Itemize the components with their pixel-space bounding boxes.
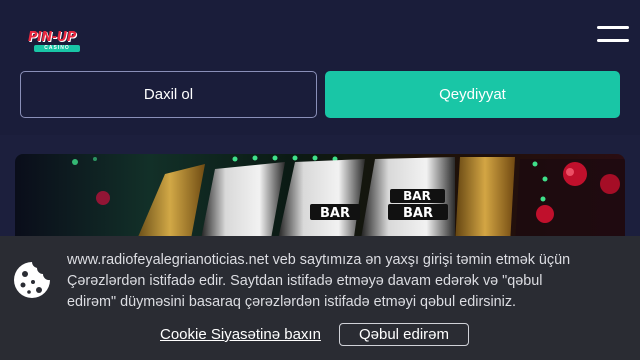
cookie-policy-link[interactable]: Cookie Siyasətinə baxın <box>160 326 321 343</box>
cookie-message: www.radiofeyalegrianoticias.net veb sayt… <box>67 250 629 313</box>
reel-bar-1: BAR <box>320 206 350 221</box>
cookie-message-line-3: edirəm" düyməsini basaraq çərəzlərdən is… <box>67 294 517 310</box>
login-button[interactable]: Daxil ol <box>20 71 317 118</box>
reel-bar-3: BAR <box>403 206 433 221</box>
register-button[interactable]: Qeydiyyat <box>325 71 620 118</box>
accept-cookies-button[interactable]: Qəbul edirəm <box>339 323 469 346</box>
cookie-icon <box>14 262 50 298</box>
cookie-message-line-2: Çərəzlərdən istifadə edir. Saytdan istif… <box>67 273 543 289</box>
pin-up-logo[interactable]: PIN-UP CASINO <box>28 30 84 54</box>
logo-text: PIN-UP <box>28 30 76 45</box>
cookie-message-line-1: www.radiofeyalegrianoticias.net veb sayt… <box>67 252 571 268</box>
logo-subtext: CASINO <box>34 45 80 52</box>
reel-bar-2: BAR <box>403 189 431 203</box>
cookie-consent-banner: www.radiofeyalegrianoticias.net veb sayt… <box>0 236 640 360</box>
promo-banner-slot-machine[interactable]: BAR BAR BAR <box>15 154 625 244</box>
slot-machine-illustration: BAR BAR BAR <box>72 155 625 244</box>
site-header: PIN-UP CASINO Daxil ol Qeydiyyat <box>0 0 640 135</box>
hamburger-menu-icon[interactable] <box>597 26 629 46</box>
